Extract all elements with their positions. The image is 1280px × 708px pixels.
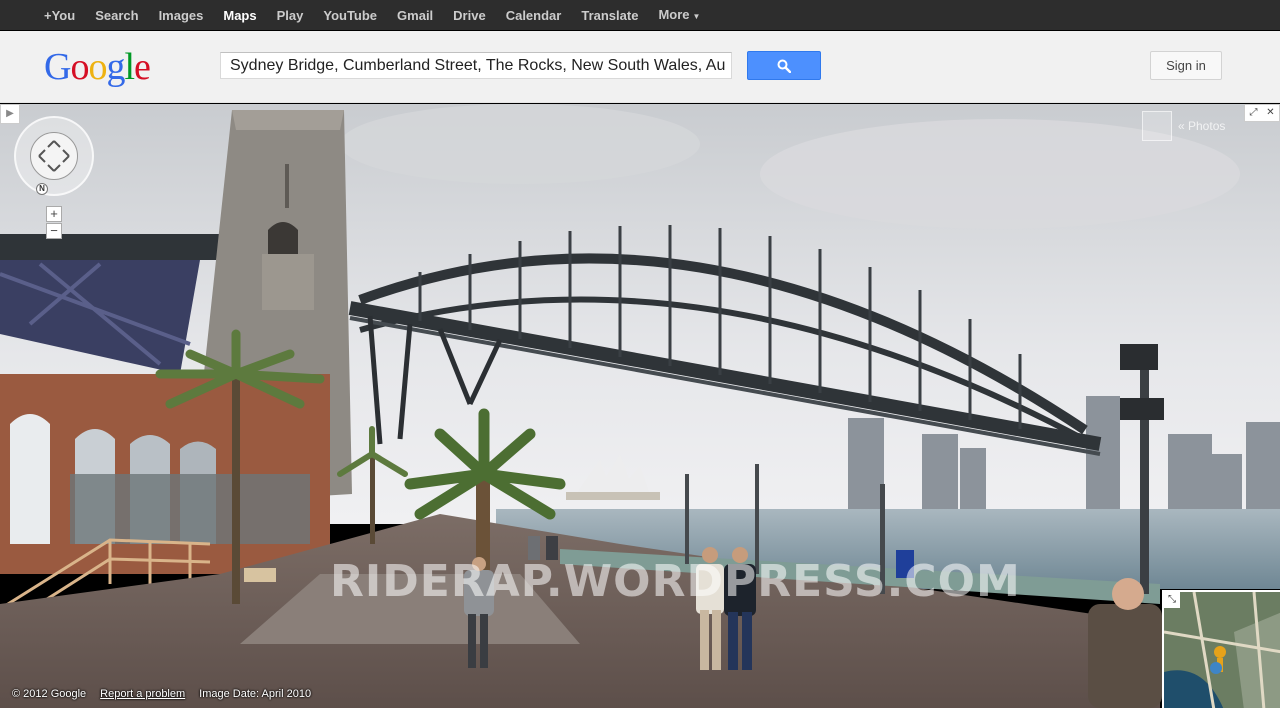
search-icon (777, 59, 791, 73)
compass-icon[interactable]: N (36, 183, 48, 195)
logo-letter: o (88, 46, 107, 88)
fullscreen-icon[interactable]: ⤢ (1245, 105, 1262, 121)
search-input[interactable]: Sydney Bridge, Cumberland Street, The Ro… (220, 52, 732, 79)
nav-maps[interactable]: Maps (213, 0, 266, 31)
nav-gmail[interactable]: Gmail (387, 0, 443, 31)
pan-arrows-icon[interactable] (30, 132, 78, 180)
arrows-icon (38, 140, 70, 172)
photos-label: « Photos (1178, 119, 1226, 133)
close-icon[interactable]: ✕ (1262, 105, 1279, 121)
caret-down-icon: ▼ (692, 11, 701, 21)
arched-building (0, 374, 330, 574)
google-top-bar: +You Search Images Maps Play YouTube Gma… (0, 0, 1280, 31)
logo-letter: o (70, 46, 89, 88)
header: Google Sydney Bridge, Cumberland Street,… (0, 31, 1280, 103)
nav-more[interactable]: More ▼ (648, 0, 710, 32)
nav-images[interactable]: Images (149, 0, 214, 31)
mini-map-image (1164, 592, 1280, 708)
lamp-post (685, 474, 689, 564)
report-problem-link[interactable]: Report a problem (100, 688, 185, 700)
sign-in-button[interactable]: Sign in (1150, 51, 1222, 80)
nav-youtube[interactable]: YouTube (313, 0, 387, 31)
nav-more-label: More (658, 7, 690, 23)
top-nav: +You Search Images Maps Play YouTube Gma… (34, 0, 710, 31)
nav-translate[interactable]: Translate (571, 0, 648, 31)
nav-search[interactable]: Search (85, 0, 148, 31)
mini-map[interactable]: ⤡ (1162, 590, 1280, 708)
street-view-panorama[interactable]: RIDERAP.WORDPRESS.COM (0, 104, 1280, 708)
watermark: RIDERAP.WORDPRESS.COM (330, 556, 1021, 607)
expand-panel-icon[interactable]: ▶ (0, 104, 20, 124)
nav-calendar[interactable]: Calendar (496, 0, 572, 31)
nav-plus-you[interactable]: +You (34, 0, 85, 31)
street-view-image[interactable] (0, 104, 1280, 708)
view-controls: ⤢ ✕ (1244, 104, 1280, 122)
copyright-text: © 2012 Google (12, 688, 87, 700)
map-footer: © 2012 Google Report a problem Image Dat… (12, 688, 311, 700)
zoom-out-button[interactable]: − (46, 223, 62, 239)
google-logo[interactable]: Google (44, 45, 151, 89)
logo-letter: G (44, 46, 71, 88)
zoom-in-button[interactable]: + (46, 206, 62, 222)
logo-letter: g (106, 46, 125, 88)
nav-drive[interactable]: Drive (443, 0, 496, 31)
photos-link[interactable]: « Photos (1142, 110, 1225, 142)
logo-letter: l (124, 46, 135, 88)
search-button[interactable] (747, 51, 821, 80)
photo-thumbnail-icon (1142, 111, 1172, 141)
logo-letter: e (134, 46, 151, 88)
image-date-text: Image Date: April 2010 (199, 688, 312, 700)
cloud (340, 104, 700, 184)
nav-play[interactable]: Play (267, 0, 314, 31)
pan-control[interactable] (14, 116, 94, 196)
expand-map-icon[interactable]: ⤡ (1164, 592, 1180, 608)
bench (244, 568, 276, 582)
